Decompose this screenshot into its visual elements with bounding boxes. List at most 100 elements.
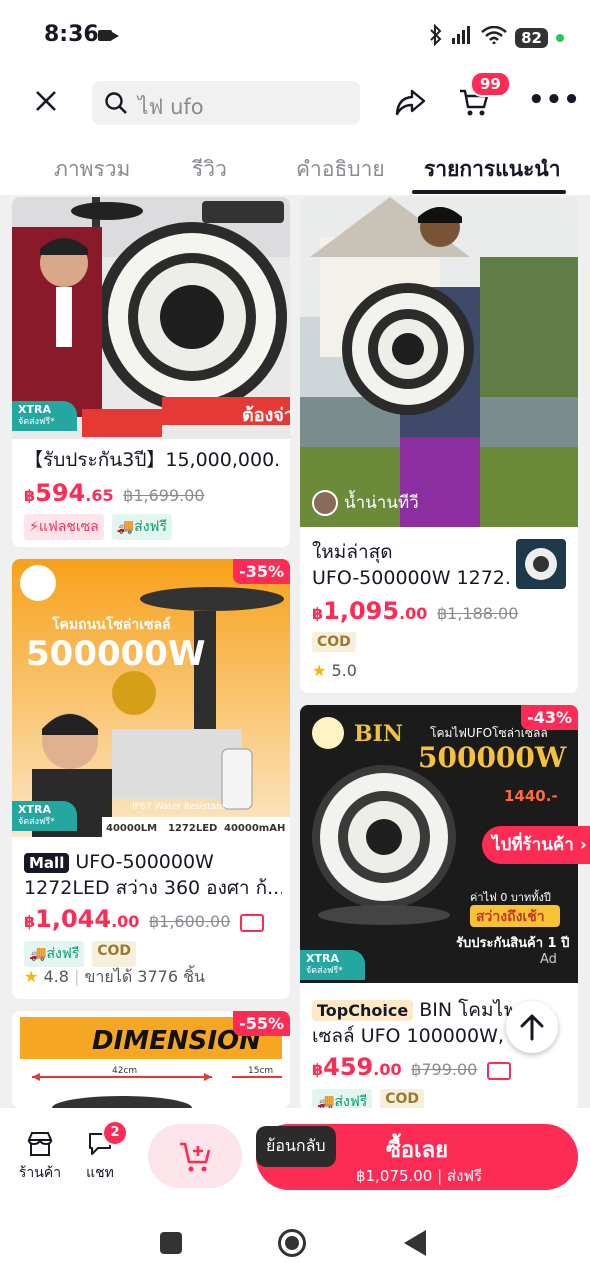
xtra-badge: XTRA จัดส่งฟรี*: [12, 401, 77, 431]
chat-label: แชท: [86, 1165, 114, 1181]
product-thumbnail: [516, 539, 566, 589]
product-price: ฿1,044.00 ฿1,600.00: [24, 905, 264, 933]
top-choice-badge: TopChoice: [312, 1000, 414, 1021]
image-headline: 500000W: [418, 741, 567, 774]
more-options-icon[interactable]: •••: [528, 85, 581, 115]
price-main: 1,095: [323, 597, 400, 625]
tab-reviews[interactable]: รีวิว: [192, 153, 227, 186]
dimension-2: 15cm: [248, 1066, 273, 1076]
image-spec-2: 1272LED: [168, 823, 217, 834]
product-card[interactable]: 500000W โคมถนนโซล่าเซลล์ IP67 Water Resi…: [12, 559, 290, 999]
tab-description[interactable]: คำอธิบาย: [296, 153, 385, 186]
product-price: ฿1,095.00 ฿1,188.00: [312, 597, 518, 625]
coupon-icon: [486, 1061, 511, 1080]
seller-name: น้ำน่านทีวี: [344, 493, 419, 513]
cod-tag: COD: [312, 632, 356, 652]
shop-icon: [27, 1132, 53, 1156]
recent-apps-icon[interactable]: [160, 1232, 182, 1254]
search-input[interactable]: ไฟ ufo: [138, 91, 204, 124]
tag-row: COD: [312, 632, 356, 652]
image-line3: รับประกันสินค้า 1 ปี: [456, 935, 569, 951]
tab-bar: ภาพรวม รีวิว คำอธิบาย รายการแนะนำ: [0, 135, 590, 195]
product-title-line1: Mall UFO-500000W: [24, 849, 282, 876]
seller-overlay[interactable]: น้ำน่านทีวี: [312, 489, 419, 516]
xtra-sub: จัดส่งฟรี*: [18, 817, 55, 827]
tab-overview[interactable]: ภาพรวม: [54, 153, 130, 186]
status-time: 8:36: [44, 22, 99, 47]
cod-tag: COD: [380, 1089, 425, 1110]
free-shipping-label: ส่งฟรี: [46, 946, 80, 962]
xtra-label: XTRA: [18, 803, 51, 816]
share-icon[interactable]: [394, 88, 426, 120]
product-title: 【รับประกัน3ปี】15,000,000...: [24, 449, 282, 471]
title-text: BIN โคมไฟโซ: [419, 999, 512, 1021]
search-bar[interactable]: ไฟ ufo: [92, 81, 360, 125]
go-to-store-label: ไปที่ร้านค้า: [492, 835, 574, 855]
product-price: ฿594.65 ฿1,699.00: [24, 479, 205, 507]
product-card[interactable]: น้ำน่านทีวี ใหม่ล่าสุด UFO-500000W 1272.…: [300, 197, 578, 693]
star-icon: ★: [312, 661, 327, 680]
close-icon[interactable]: [34, 89, 58, 119]
home-dot-icon: [285, 1236, 299, 1250]
dimension-1: 42cm: [112, 1066, 137, 1076]
wifi-icon: [481, 25, 507, 49]
xtra-sub: จัดส่งฟรี*: [18, 417, 55, 427]
xtra-badge: XTRA จัดส่งฟรี*: [12, 801, 77, 831]
top-bar: ไฟ ufo 99 •••: [0, 71, 590, 135]
go-to-store-button[interactable]: ไปที่ร้านค้า ›: [482, 826, 590, 864]
old-price: ฿799.00: [411, 1060, 478, 1079]
image-price: 1440.-: [504, 787, 558, 805]
price-currency: ฿: [312, 1060, 324, 1079]
product-title-line2: 1272LED สว่าง 360 องศา ก้...: [24, 877, 282, 899]
product-image: 500000W โคมถนนโซล่าเซลล์ IP67 Water Resi…: [12, 559, 290, 837]
add-cart-icon: [180, 1142, 211, 1172]
xtra-label: XTRA: [18, 403, 51, 416]
discount-badge: -43%: [521, 705, 578, 730]
home-icon[interactable]: [278, 1229, 306, 1257]
buy-now-price: ฿1,075.00 | ส่งฟรี: [356, 1167, 483, 1185]
free-shipping-label: ส่งฟรี: [134, 519, 167, 535]
chevron-right-icon: ›: [579, 835, 587, 855]
free-shipping-tag: 🚚ส่งฟรี: [24, 941, 85, 967]
price-currency: ฿: [24, 912, 36, 931]
bluetooth-icon: [429, 23, 443, 51]
discount-badge: -55%: [233, 1011, 290, 1036]
shop-button[interactable]: ร้านค้า: [18, 1130, 62, 1184]
coupon-icon: [240, 913, 264, 932]
scroll-to-top-button[interactable]: [506, 1001, 558, 1053]
tag-row: 🚚ส่งฟรี COD: [24, 941, 137, 967]
price-currency: ฿: [24, 486, 36, 505]
price-cents: .00: [373, 1060, 402, 1079]
tab-active-indicator: [412, 190, 566, 194]
product-title-line2: เซลล์ UFO 100000W, 5...: [312, 1025, 512, 1047]
image-line1: ค่าไฟ 0 บาททั้งปี: [470, 889, 551, 904]
rating-value: 4.8: [43, 967, 69, 986]
xtra-label: XTRA: [306, 952, 339, 965]
rating-value: 5.0: [331, 661, 357, 680]
price-currency: ฿: [312, 604, 324, 623]
xtra-sub: จัดส่งฟรี*: [306, 966, 343, 976]
signal-icon: [451, 26, 473, 49]
image-brand: BIN: [354, 721, 403, 747]
image-text: ต้องจ่ายสักบาท 800m²: [242, 405, 290, 426]
cod-tag: COD: [92, 941, 137, 967]
sold-count: ขายได้ 3776 ชิ้น: [84, 967, 205, 986]
product-card[interactable]: ต้องจ่ายสักบาท 800m² XTRA จัดส่งฟรี* 【รั…: [12, 197, 290, 547]
back-icon[interactable]: [404, 1230, 426, 1256]
price-main: 1,044: [35, 905, 112, 933]
flash-sale-tag: ⚡แฟลชเซล: [24, 514, 104, 540]
price-main: 594: [35, 479, 86, 507]
tab-recommended[interactable]: รายการแนะนำ: [424, 153, 560, 186]
status-bar: 8:36 82: [0, 0, 590, 75]
image-spec-3: 40000mAH: [224, 823, 285, 834]
mall-badge: Mall: [24, 853, 70, 873]
product-title-line2: UFO-500000W 1272...: [312, 567, 512, 589]
price-cents: .00: [111, 912, 140, 931]
chat-badge: 2: [102, 1120, 128, 1146]
back-tooltip[interactable]: ย้อนกลับ: [256, 1126, 336, 1167]
star-icon: ★: [24, 967, 39, 986]
image-headline: 500000W: [26, 634, 205, 674]
product-card[interactable]: DIMENSION 42cm 15cm -55%: [12, 1011, 290, 1108]
add-to-cart-button[interactable]: [148, 1124, 242, 1188]
product-rating: ★ 5.0: [312, 661, 357, 680]
